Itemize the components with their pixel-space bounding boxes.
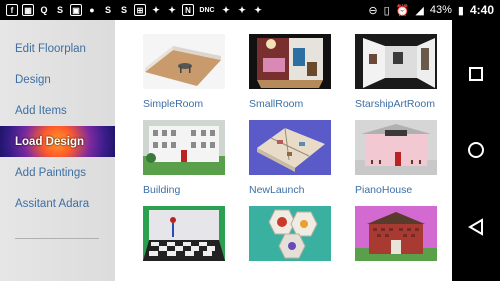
design-label: SmallRoom — [249, 98, 304, 110]
design-tile-newlaunch[interactable]: NewLaunch — [249, 120, 331, 198]
building-thumbnail — [143, 120, 225, 175]
news-icon: N — [182, 4, 194, 16]
smallroom-thumbnail — [249, 34, 331, 89]
clock: 4:40 — [469, 3, 494, 17]
design-label — [143, 270, 225, 281]
hexagon-room-thumbnail — [249, 206, 331, 261]
minus-circle-icon: ⊖ — [368, 4, 378, 17]
design-tile-simpleroom[interactable]: SimpleRoom — [143, 34, 225, 112]
sidebar-item-assistant-adara[interactable]: Assitant Adara — [0, 188, 115, 219]
twitter-icon: ✦ — [168, 4, 176, 15]
skype-icon: S — [104, 5, 111, 15]
sidebar-item-edit-floorplan[interactable]: Edit Floorplan — [0, 33, 115, 64]
design-tile-hexagon-room[interactable] — [249, 206, 331, 281]
dnc-icon: DNC — [199, 6, 215, 14]
design-label: Building — [143, 184, 181, 196]
square-icon — [469, 67, 483, 82]
design-tile-red-house[interactable] — [355, 206, 437, 281]
design-tile-smallroom[interactable]: SmallRoom — [249, 34, 331, 112]
circle-icon — [468, 142, 484, 159]
design-label: PianoHouse — [355, 184, 413, 196]
twitter-icon: ✦ — [152, 4, 160, 15]
design-tile-checkered-room[interactable] — [143, 206, 225, 281]
status-bar: f ▦ Q S ▣ ● S S ⊞ ✦ ✦ N DNC ✦ ✦ ✦ ⊖ ▯ ⏰ … — [0, 0, 500, 20]
notification-icons: f ▦ Q S ▣ ● S S ⊞ ✦ ✦ N DNC ✦ ✦ ✦ — [6, 4, 264, 16]
sidebar-divider — [15, 238, 99, 239]
twitter-icon: ✦ — [238, 4, 246, 15]
status-right: ⊖ ▯ ⏰ ◢ 43% ▮ 4:40 — [368, 3, 494, 17]
vibrate-icon: ▯ — [383, 4, 390, 17]
design-grid: SimpleRoom SmallRoom StarshipArtRoom Bui… — [143, 34, 437, 281]
quora-icon: Q — [40, 5, 48, 15]
app-window: Edit Floorplan Design Add Items Load Des… — [0, 20, 452, 281]
home-button[interactable] — [466, 140, 486, 160]
facebook-icon: f — [6, 4, 18, 16]
pianohouse-thumbnail — [355, 120, 437, 175]
design-tile-starshipartroom[interactable]: StarshipArtRoom — [355, 34, 437, 112]
sidebar-item-add-items[interactable]: Add Items — [0, 95, 115, 126]
design-tile-building[interactable]: Building — [143, 120, 225, 198]
app-icon: ▦ — [22, 4, 34, 16]
checkered-room-thumbnail — [143, 206, 225, 261]
twitter-icon: ✦ — [254, 4, 262, 15]
recent-apps-button[interactable] — [466, 64, 486, 84]
newlaunch-thumbnail — [249, 120, 331, 175]
sidebar-item-add-paintings[interactable]: Add Paintings — [0, 157, 115, 188]
grid-icon: ⊞ — [134, 4, 146, 16]
signal-icon: ◢ — [415, 4, 424, 17]
design-label: SimpleRoom — [143, 98, 204, 110]
sidebar-item-load-design[interactable]: Load Design — [0, 126, 115, 157]
design-label: NewLaunch — [249, 184, 305, 196]
back-button[interactable] — [466, 217, 486, 237]
design-label: StarshipArtRoom — [355, 98, 435, 110]
design-gallery: SimpleRoom SmallRoom StarshipArtRoom Bui… — [115, 20, 452, 281]
alarm-icon: ⏰ — [395, 4, 410, 17]
skype-icon: S — [120, 5, 127, 15]
twitter-icon: ✦ — [222, 4, 230, 15]
triangle-back-icon — [468, 218, 483, 236]
dot-icon: ● — [89, 5, 95, 15]
gallery-icon: ▣ — [70, 4, 82, 16]
simpleroom-thumbnail — [143, 34, 225, 89]
design-label — [355, 270, 437, 281]
battery-icon: ▮ — [457, 4, 464, 17]
design-label — [249, 270, 331, 281]
starshipartroom-thumbnail — [355, 34, 437, 89]
sidebar: Edit Floorplan Design Add Items Load Des… — [0, 20, 115, 281]
sidebar-item-design[interactable]: Design — [0, 64, 115, 95]
red-house-thumbnail — [355, 206, 437, 261]
design-tile-pianohouse[interactable]: PianoHouse — [355, 120, 437, 198]
battery-percent: 43% — [429, 4, 452, 16]
skype-icon: S — [56, 5, 63, 15]
android-nav-bar — [452, 20, 500, 281]
